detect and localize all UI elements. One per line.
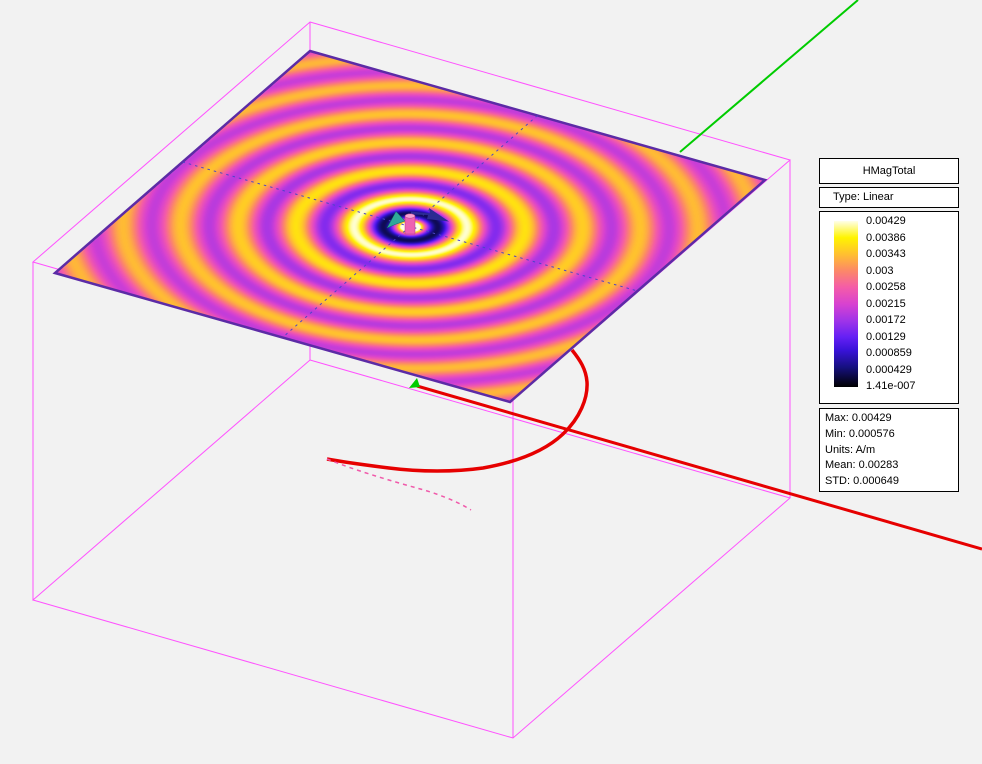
list-item: 0.00429 <box>866 213 916 230</box>
red-circle-arc-hidden <box>327 459 471 510</box>
marker-pink-cylinder-top-icon <box>405 214 415 218</box>
legend-scale-box: 0.004290.003860.003430.0030.002580.00215… <box>819 211 959 404</box>
list-item: 0.00386 <box>866 230 916 247</box>
dipole-marker <box>387 208 449 234</box>
list-item: 1.41e-007 <box>866 378 916 395</box>
legend-title-box: HMagTotal <box>819 158 959 184</box>
3d-modeler-viewport[interactable]: HMagTotal Type: Linear 0.004290.003860.0… <box>0 0 982 764</box>
list-item: 0.00172 <box>866 312 916 329</box>
list-item: Max: 0.00429 <box>825 411 958 427</box>
legend-type-box: Type: Linear <box>819 187 959 208</box>
x-axis-origin-arrow-icon <box>409 378 420 388</box>
colorbar-scale-labels: 0.004290.003860.003430.0030.002580.00215… <box>866 213 916 395</box>
list-item: 0.00215 <box>866 296 916 313</box>
legend-stats-box: Max: 0.00429Min: 0.000576Units: A/mMean:… <box>819 408 959 492</box>
marker-teal-arrow-icon <box>387 212 405 229</box>
list-item: STD: 0.000649 <box>825 474 958 490</box>
list-item: 0.00258 <box>866 279 916 296</box>
colorbar-gradient <box>834 221 858 387</box>
legend-title: HMagTotal <box>863 165 916 177</box>
list-item: 0.00129 <box>866 329 916 346</box>
legend-type-label: Type: Linear <box>833 191 894 203</box>
list-item: 0.00343 <box>866 246 916 263</box>
marker-blue-arrow-icon <box>411 208 449 222</box>
list-item: Min: 0.000576 <box>825 427 958 443</box>
list-item: Units: A/m <box>825 443 958 459</box>
list-item: 0.003 <box>866 263 916 280</box>
list-item: Mean: 0.00283 <box>825 458 958 474</box>
list-item: 0.000429 <box>866 362 916 379</box>
list-item: 0.000859 <box>866 345 916 362</box>
marker-pink-cylinder-icon <box>405 216 415 234</box>
